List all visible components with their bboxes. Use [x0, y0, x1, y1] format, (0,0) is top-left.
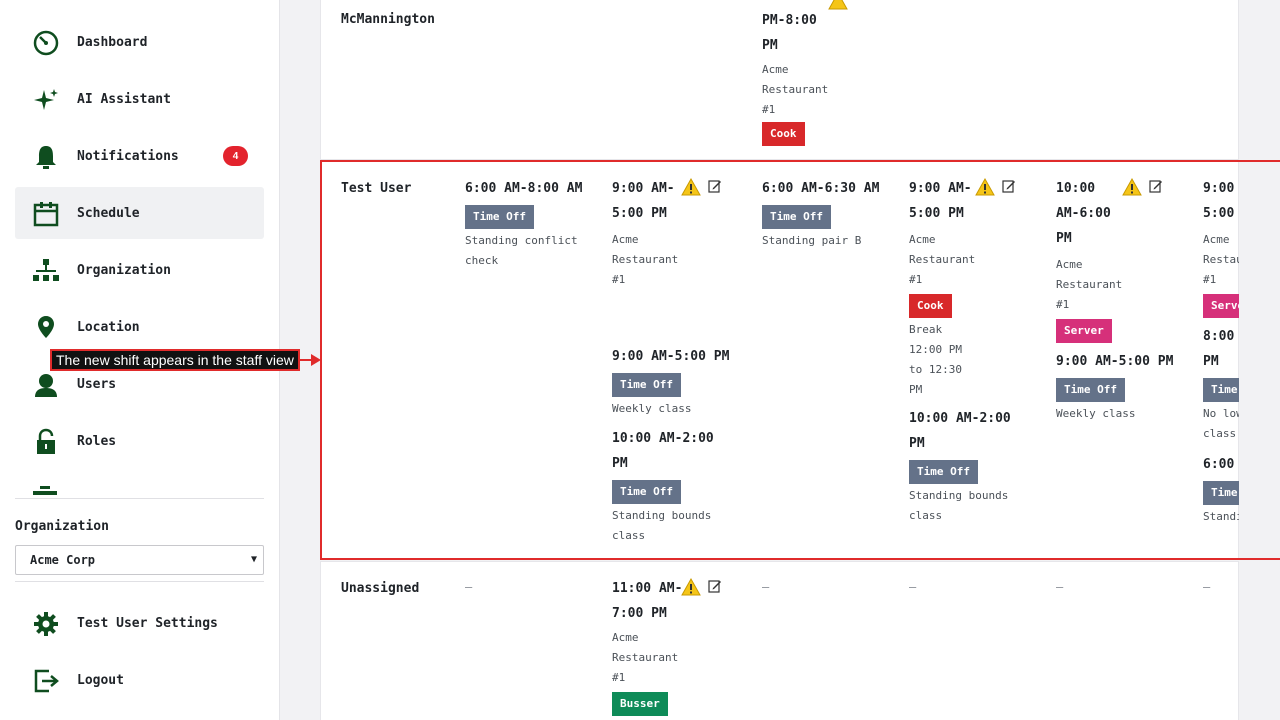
warning-icon: [681, 578, 701, 596]
sidebar-item-label: Location: [77, 319, 140, 335]
location-pin-icon: [38, 316, 54, 338]
org-chart-icon: [33, 259, 59, 281]
lock-icon: [37, 428, 55, 454]
sidebar-item-label: Organization: [77, 262, 171, 278]
shift-location: Acme: [762, 63, 789, 76]
chevron-down-icon: ▼: [250, 554, 257, 565]
shift-card[interactable]: 11:00 AM- 7:00 PM Acme Restaurant #1 Bus…: [612, 576, 752, 718]
sidebar-item-label: Notifications: [77, 148, 179, 164]
sidebar-divider: [15, 581, 264, 582]
schedule-row-unassigned: Unassigned – 11:00 AM- 7:00 PM Acme Rest…: [320, 561, 1239, 720]
sidebar-item-label: Logout: [77, 672, 124, 688]
sidebar-divider: [15, 498, 264, 499]
edit-icon[interactable]: [708, 579, 722, 593]
organization-label: Organization: [15, 519, 109, 534]
sidebar-item-dashboard[interactable]: Dashboard: [15, 16, 264, 68]
notification-count-badge: 4: [223, 146, 248, 166]
shift-location: Restaurant: [612, 651, 679, 664]
sidebar-item-label: Schedule: [77, 205, 140, 221]
shift-card[interactable]: PM-8:00 PM Acme Restaurant #1 Cook: [762, 8, 902, 148]
organization-select[interactable]: Acme Corp ▼: [15, 545, 264, 575]
sidebar-item-schedule[interactable]: Schedule: [15, 187, 264, 239]
sidebar-item-notifications[interactable]: Notifications 4: [15, 130, 264, 182]
empty-cell: –: [465, 580, 473, 594]
empty-cell: –: [1056, 580, 1064, 594]
annotation-arrow-line: [298, 359, 312, 361]
empty-cell: –: [1203, 580, 1211, 594]
gear-icon: [34, 612, 58, 636]
sidebar-item-label: Dashboard: [77, 34, 148, 50]
role-tag: Cook: [762, 122, 805, 146]
staff-name: McMannington: [341, 12, 435, 27]
annotation-callout: The new shift appears in the staff view: [50, 349, 300, 371]
annotation-arrow-icon: [311, 354, 321, 366]
sidebar-item-label: Test User Settings: [77, 615, 218, 631]
clipped-nav-icon: [31, 486, 59, 498]
shift-location: Restaurant: [762, 83, 829, 96]
sidebar-item-label: Users: [77, 376, 117, 392]
sidebar-item-organization[interactable]: Organization: [15, 244, 264, 296]
sparkle-icon: [34, 89, 58, 110]
calendar-icon: [33, 202, 59, 227]
sidebar-item-label: Roles: [77, 433, 117, 449]
user-icon: [35, 374, 57, 397]
role-tag: Busser: [612, 692, 668, 716]
sidebar-item-roles[interactable]: Roles: [15, 415, 264, 467]
dashboard-icon: [33, 30, 59, 56]
logout-icon: [34, 669, 59, 693]
shift-location: Acme: [612, 631, 639, 644]
highlight-box: [320, 160, 1280, 560]
empty-cell: –: [909, 580, 917, 594]
empty-cell: –: [762, 580, 770, 594]
sidebar-item-location[interactable]: Location: [15, 301, 264, 353]
sidebar-item-logout[interactable]: Logout: [15, 654, 264, 706]
schedule-row-mcmannington: McMannington PM-8:00 PM Acme Restaurant …: [320, 0, 1239, 160]
sidebar-item-settings[interactable]: Test User Settings: [15, 597, 264, 649]
shift-time: PM: [762, 38, 778, 53]
warning-icon: [828, 0, 848, 10]
sidebar-item-label: AI Assistant: [77, 91, 171, 107]
sidebar-item-ai-assistant[interactable]: AI Assistant: [15, 73, 264, 125]
shift-location: #1: [612, 671, 626, 684]
bell-icon: [36, 146, 56, 169]
organization-select-value: Acme Corp: [30, 553, 96, 567]
shift-location: #1: [762, 103, 776, 116]
staff-name: Unassigned: [341, 581, 420, 596]
shift-time: 7:00 PM: [612, 606, 667, 621]
shift-time: PM-8:00: [762, 13, 817, 28]
